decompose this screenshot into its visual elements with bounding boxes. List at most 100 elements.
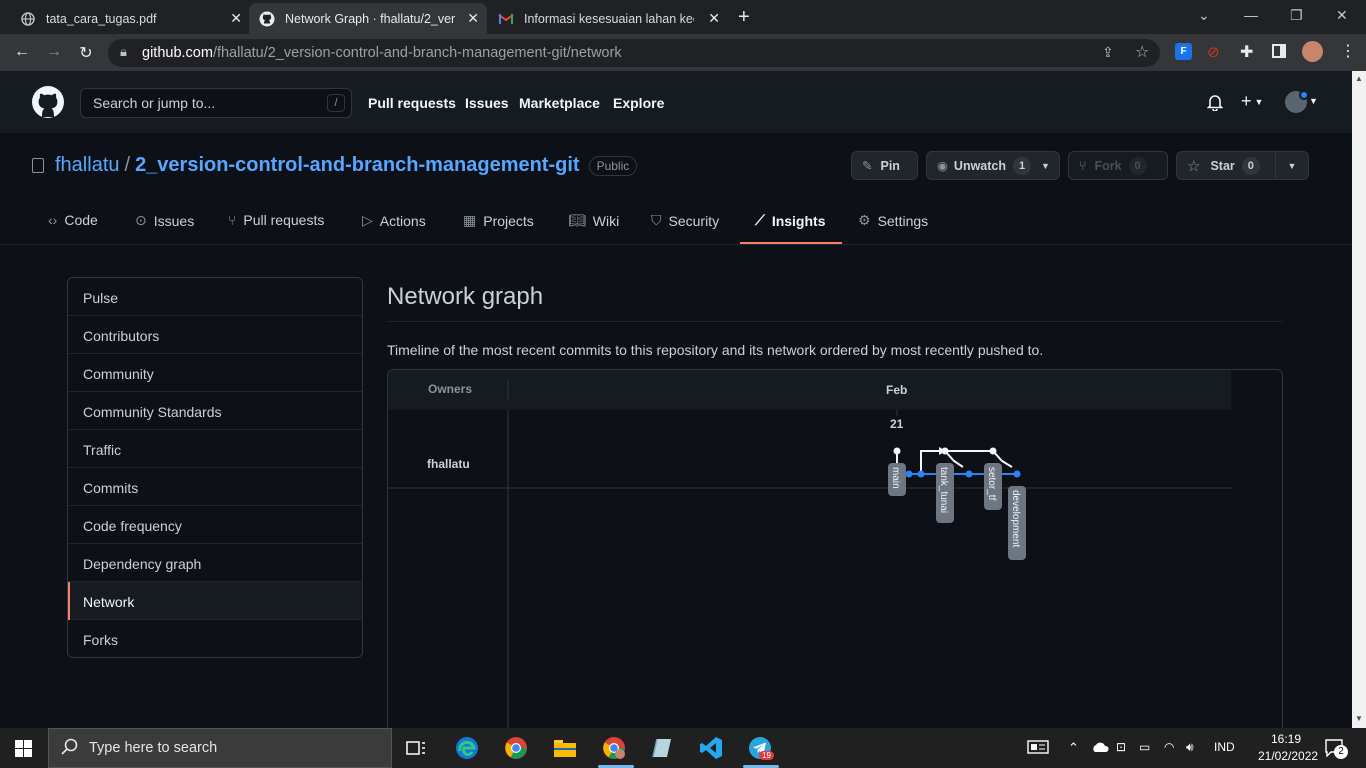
tab-security[interactable]: ⛉ Security [651, 212, 719, 229]
chrome-profile-icon[interactable] [602, 736, 626, 760]
pull-request-icon: ⑂ [228, 212, 237, 228]
watch-count: 1 [1013, 156, 1032, 175]
tab-actions[interactable]: ▷ Actions [362, 212, 426, 229]
browser-tab[interactable]: Informasi kesesuaian lahan kedel ✕ [488, 3, 728, 34]
owner-label: fhallatu [427, 457, 470, 471]
menu-item-community[interactable]: Community [68, 354, 362, 392]
tab-pull-requests[interactable]: ⑂ Pull requests [228, 212, 324, 228]
taskbar-search-input[interactable]: Type here to search [48, 728, 392, 768]
telegram-icon[interactable]: 19 [748, 736, 774, 760]
star-list-dropdown[interactable]: ▼ [1275, 151, 1309, 180]
chrome-icon[interactable] [504, 736, 528, 760]
menu-item-code-frequency[interactable]: Code frequency [68, 506, 362, 544]
chevron-down-icon[interactable]: ▼ [1309, 96, 1318, 106]
bookmark-star-icon[interactable]: ☆ [1135, 42, 1149, 62]
menu-item-forks[interactable]: Forks [68, 620, 362, 657]
menu-item-dependency-graph[interactable]: Dependency graph [68, 544, 362, 582]
page-scrollbar[interactable]: ▲ ▼ [1352, 71, 1366, 728]
branch-label-main[interactable]: main [888, 463, 906, 496]
volume-icon[interactable]: 🔊︎ [1186, 740, 1194, 755]
tab-insights[interactable]: ⟋ Insights [755, 212, 825, 229]
close-icon[interactable]: ✕ [708, 10, 720, 27]
puzzle-icon[interactable]: ✚ [1240, 42, 1253, 62]
tab-code[interactable]: ‹› Code [48, 212, 98, 228]
watch-button[interactable]: ◉ Unwatch 1 ▼ [926, 151, 1060, 180]
taskbar-app-icon[interactable] [1027, 738, 1049, 759]
extension-eye-icon[interactable]: ⊘ [1207, 43, 1220, 61]
fork-button[interactable]: ⑂ Fork 0 [1068, 151, 1168, 180]
new-tab-button[interactable]: + [738, 6, 750, 29]
onedrive-icon[interactable] [1091, 741, 1109, 755]
scroll-down-arrow[interactable]: ▼ [1355, 714, 1363, 723]
forward-icon[interactable]: → [44, 43, 64, 61]
scroll-up-arrow[interactable]: ▲ [1355, 74, 1363, 83]
kebab-menu-icon[interactable]: ⋮ [1340, 41, 1356, 61]
issue-icon: ⊙ [135, 212, 147, 228]
notification-center-icon[interactable]: 2 [1325, 739, 1348, 762]
camera-icon[interactable]: ⊡ [1116, 740, 1126, 754]
repo-owner-link[interactable]: fhallatu [55, 154, 120, 177]
menu-item-pulse[interactable]: Pulse [68, 278, 362, 316]
tab-search-icon[interactable]: ⌄ [1198, 7, 1210, 24]
repo-name-link[interactable]: 2_version-control-and-branch-management-… [135, 154, 580, 177]
url-path: /fhallatu/2_version-control-and-branch-m… [212, 45, 622, 61]
task-view-icon[interactable] [404, 736, 428, 760]
menu-item-contributors[interactable]: Contributors [68, 316, 362, 354]
sidepanel-icon[interactable] [1272, 44, 1286, 58]
tray-overflow-icon[interactable]: ⌃ [1068, 740, 1079, 756]
github-logo-icon[interactable] [32, 86, 64, 123]
menu-item-commits[interactable]: Commits [68, 468, 362, 506]
wifi-icon[interactable]: ◠ [1164, 740, 1174, 754]
pin-button[interactable]: ✎ Pin [851, 151, 918, 180]
edge-icon[interactable] [455, 736, 479, 760]
clock-time: 16:19 [1270, 732, 1302, 746]
tab-projects[interactable]: ▦ Projects [463, 212, 534, 229]
tab-label: Code [64, 212, 98, 228]
branch-label-development[interactable]: development [1008, 486, 1026, 560]
network-graph[interactable]: Owners Feb 21 fhallatu main tank_tunai s… [387, 369, 1283, 739]
clock[interactable]: 16:19 21/02/2022 [1258, 732, 1318, 763]
extension-icon[interactable]: F [1175, 43, 1192, 60]
gmail-icon [498, 11, 514, 27]
tab-issues[interactable]: ⊙ Issues [135, 212, 194, 229]
vscode-icon[interactable] [699, 736, 723, 760]
minimize-icon[interactable]: — [1244, 7, 1258, 23]
address-bar[interactable]: 🔒︎ github.com/fhallatu/2_version-control… [108, 39, 1160, 67]
star-count: 0 [1241, 156, 1260, 175]
branch-label-tank-tunai[interactable]: tank_tunai [936, 463, 954, 523]
menu-item-traffic[interactable]: Traffic [68, 430, 362, 468]
nav-explore[interactable]: Explore [613, 95, 664, 111]
insights-side-menu: Pulse Contributors Community Community S… [67, 277, 363, 658]
star-button[interactable]: ☆ Star 0 [1176, 151, 1276, 180]
nav-marketplace[interactable]: Marketplace [519, 95, 600, 111]
close-icon[interactable]: ✕ [230, 10, 242, 27]
battery-icon[interactable]: ▭ [1139, 740, 1150, 754]
restore-icon[interactable]: ❐ [1290, 7, 1303, 24]
browser-tab[interactable]: tata_cara_tugas.pdf ✕ [10, 3, 250, 34]
menu-item-community-standards[interactable]: Community Standards [68, 392, 362, 430]
nav-issues[interactable]: Issues [465, 95, 509, 111]
profile-avatar[interactable] [1302, 41, 1323, 62]
tab-settings[interactable]: ⚙ Settings [858, 212, 928, 229]
create-new-plus-icon[interactable]: + ▼ [1241, 91, 1263, 112]
branch-label-setor-tf[interactable]: setor_tf [984, 463, 1002, 510]
pin-label: Pin [880, 158, 900, 173]
notes-app-icon[interactable] [650, 736, 674, 760]
tab-wiki[interactable]: 📖︎ Wiki [568, 212, 619, 229]
file-explorer-icon[interactable] [553, 736, 577, 760]
windows-start-icon[interactable] [15, 740, 32, 762]
share-icon[interactable]: ⇪ [1102, 44, 1114, 61]
bell-icon[interactable] [1206, 93, 1224, 116]
close-icon[interactable]: ✕ [467, 10, 479, 27]
close-window-icon[interactable]: ✕ [1336, 7, 1348, 24]
search-placeholder: Search or jump to... [93, 95, 216, 111]
nav-pull-requests[interactable]: Pull requests [368, 95, 456, 111]
back-icon[interactable]: ← [12, 43, 32, 61]
fork-label: Fork [1094, 158, 1122, 173]
language-indicator[interactable]: IND [1214, 740, 1235, 754]
search-input[interactable]: Search or jump to... / [80, 88, 352, 118]
gear-icon: ⚙ [858, 212, 871, 228]
browser-tab-active[interactable]: Network Graph · fhallatu/2_versio ✕ [249, 3, 487, 34]
reload-icon[interactable]: ↻ [76, 43, 96, 63]
menu-item-network[interactable]: Network [68, 582, 362, 620]
